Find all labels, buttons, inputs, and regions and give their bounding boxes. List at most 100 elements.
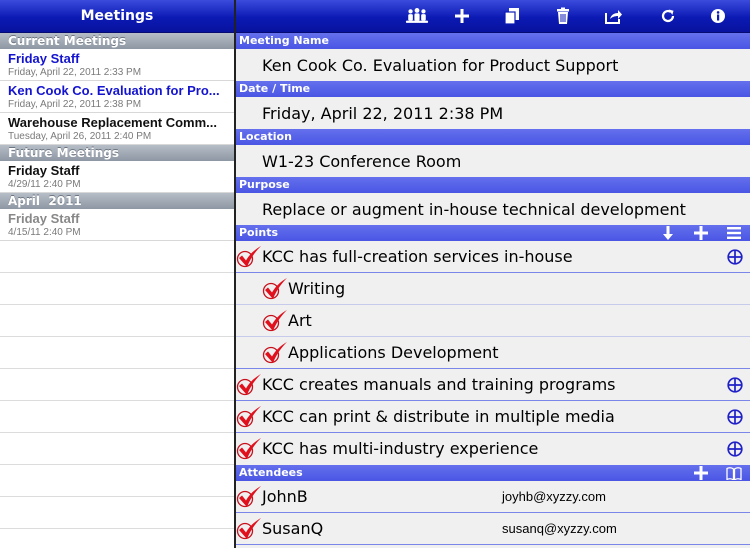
point-row[interactable]: KCC has full-creation services in-house bbox=[236, 241, 750, 273]
section-label: Current Meetings bbox=[8, 34, 127, 48]
purpose-header: Purpose bbox=[236, 177, 750, 193]
checkmark-icon[interactable] bbox=[236, 517, 262, 541]
attendees-header: Attendees bbox=[236, 465, 750, 481]
refresh-icon[interactable] bbox=[656, 5, 680, 27]
checkmark-icon[interactable] bbox=[236, 405, 262, 429]
checkmark-icon[interactable] bbox=[236, 485, 262, 509]
point-row-sub[interactable]: Writing bbox=[236, 273, 750, 305]
checkmark-icon[interactable] bbox=[236, 437, 262, 461]
empty-row bbox=[0, 401, 234, 433]
empty-row bbox=[0, 369, 234, 401]
checkmark-icon[interactable] bbox=[236, 373, 262, 397]
empty-row bbox=[0, 273, 234, 305]
point-text: KCC can print & distribute in multiple m… bbox=[262, 407, 615, 426]
add-attendee-icon[interactable] bbox=[684, 465, 717, 481]
point-text: Writing bbox=[288, 279, 346, 298]
meeting-item-friday-staff[interactable]: Friday Staff Friday, April 22, 2011 2:33… bbox=[0, 49, 234, 81]
section-label: April 2011 bbox=[8, 194, 82, 208]
expand-circle-plus-icon[interactable] bbox=[727, 249, 743, 265]
points-actions bbox=[651, 225, 750, 241]
purpose-label: Purpose bbox=[239, 178, 290, 191]
points-label: Points bbox=[239, 226, 279, 239]
meeting-item-date: Friday, April 22, 2011 2:38 PM bbox=[8, 99, 142, 110]
attendee-email: susanq@xyzzy.com bbox=[502, 521, 617, 536]
expand-circle-plus-icon[interactable] bbox=[727, 377, 743, 393]
meeting-item-title: Friday Staff bbox=[8, 211, 80, 226]
datetime-header: Date / Time bbox=[236, 81, 750, 97]
meetings-sidebar: Meetings Current Meetings Friday Staff F… bbox=[0, 0, 234, 548]
add-point-icon[interactable] bbox=[684, 225, 717, 241]
attendee-name: JohnB bbox=[262, 487, 308, 506]
meeting-item-warehouse[interactable]: Warehouse Replacement Comm... Tuesday, A… bbox=[0, 113, 234, 145]
point-row-sub[interactable]: Art bbox=[236, 305, 750, 337]
checkmark-icon[interactable] bbox=[236, 245, 262, 269]
point-row[interactable]: KCC has multi-industry experience bbox=[236, 433, 750, 465]
checkmark-icon[interactable] bbox=[262, 309, 288, 333]
meeting-item-date: 4/15/11 2:40 PM bbox=[8, 227, 81, 238]
meeting-name-label: Meeting Name bbox=[239, 34, 329, 47]
attendee-row[interactable]: SusanQ susanq@xyzzy.com bbox=[236, 513, 750, 545]
empty-row bbox=[0, 433, 234, 465]
copy-icon[interactable] bbox=[500, 5, 524, 27]
empty-row bbox=[0, 305, 234, 337]
trash-icon[interactable] bbox=[551, 5, 575, 27]
empty-row bbox=[0, 241, 234, 273]
empty-row bbox=[0, 497, 234, 529]
expand-circle-plus-icon[interactable] bbox=[727, 441, 743, 457]
datetime-value: Friday, April 22, 2011 2:38 PM bbox=[262, 103, 504, 123]
point-row-sub[interactable]: Applications Development bbox=[236, 337, 750, 369]
meeting-item-title: Friday Staff bbox=[8, 163, 80, 178]
section-label: Future Meetings bbox=[8, 146, 119, 160]
sidebar-title: Meetings bbox=[80, 8, 154, 24]
share-icon[interactable] bbox=[602, 5, 626, 27]
add-icon[interactable] bbox=[450, 5, 474, 27]
meeting-name-header: Meeting Name bbox=[236, 33, 750, 49]
meeting-item-date: Friday, April 22, 2011 2:33 PM bbox=[8, 67, 142, 78]
sidebar-title-bar: Meetings bbox=[0, 0, 234, 33]
purpose-value: Replace or augment in-house technical de… bbox=[262, 199, 686, 219]
point-text: KCC creates manuals and training program… bbox=[262, 375, 616, 394]
meeting-name-value: Ken Cook Co. Evaluation for Product Supp… bbox=[262, 55, 619, 75]
purpose-field[interactable]: Replace or augment in-house technical de… bbox=[236, 193, 750, 225]
people-icon[interactable] bbox=[405, 5, 429, 27]
info-icon[interactable] bbox=[706, 5, 730, 27]
list-icon[interactable] bbox=[717, 225, 750, 241]
meeting-item-friday-staff-future[interactable]: Friday Staff 4/29/11 2:40 PM bbox=[0, 161, 234, 193]
point-text: KCC has multi-industry experience bbox=[262, 439, 539, 458]
section-header-current: Current Meetings bbox=[0, 33, 234, 49]
point-text: Art bbox=[288, 311, 312, 330]
point-row[interactable]: KCC creates manuals and training program… bbox=[236, 369, 750, 401]
attendees-actions bbox=[684, 465, 750, 481]
point-row[interactable]: KCC can print & distribute in multiple m… bbox=[236, 401, 750, 433]
empty-row bbox=[0, 337, 234, 369]
checkmark-icon[interactable] bbox=[262, 341, 288, 365]
meeting-item-date: 4/29/11 2:40 PM bbox=[8, 179, 81, 190]
empty-row bbox=[0, 465, 234, 497]
attendee-row[interactable]: JohnB joyhb@xyzzy.com bbox=[236, 481, 750, 513]
arrow-down-icon[interactable] bbox=[651, 225, 684, 241]
meeting-item-ken-cook[interactable]: Ken Cook Co. Evaluation for Pro... Frida… bbox=[0, 81, 234, 113]
datetime-field[interactable]: Friday, April 22, 2011 2:38 PM bbox=[236, 97, 750, 129]
location-field[interactable]: W1-23 Conference Room bbox=[236, 145, 750, 177]
location-label: Location bbox=[239, 130, 292, 143]
section-header-april-2011: April 2011 bbox=[0, 193, 234, 209]
points-header: Points bbox=[236, 225, 750, 241]
location-header: Location bbox=[236, 129, 750, 145]
datetime-label: Date / Time bbox=[239, 82, 311, 95]
point-text: Applications Development bbox=[288, 343, 499, 362]
section-header-future: Future Meetings bbox=[0, 145, 234, 161]
checkmark-icon[interactable] bbox=[262, 277, 288, 301]
meeting-name-field[interactable]: Ken Cook Co. Evaluation for Product Supp… bbox=[236, 49, 750, 81]
expand-circle-plus-icon[interactable] bbox=[727, 409, 743, 425]
meeting-item-date: Tuesday, April 26, 2011 2:40 PM bbox=[8, 131, 152, 142]
attendee-email: joyhb@xyzzy.com bbox=[502, 489, 606, 504]
point-text: KCC has full-creation services in-house bbox=[262, 247, 573, 266]
detail-toolbar bbox=[236, 0, 750, 33]
attendee-name: SusanQ bbox=[262, 519, 324, 538]
meeting-detail: Meeting Name Ken Cook Co. Evaluation for… bbox=[236, 0, 750, 548]
meeting-item-title: Warehouse Replacement Comm... bbox=[8, 115, 218, 130]
meeting-item-friday-staff-past[interactable]: Friday Staff 4/15/11 2:40 PM bbox=[0, 209, 234, 241]
location-value: W1-23 Conference Room bbox=[262, 151, 462, 171]
address-book-icon[interactable] bbox=[717, 465, 750, 481]
meeting-item-title: Ken Cook Co. Evaluation for Pro... bbox=[8, 83, 220, 98]
